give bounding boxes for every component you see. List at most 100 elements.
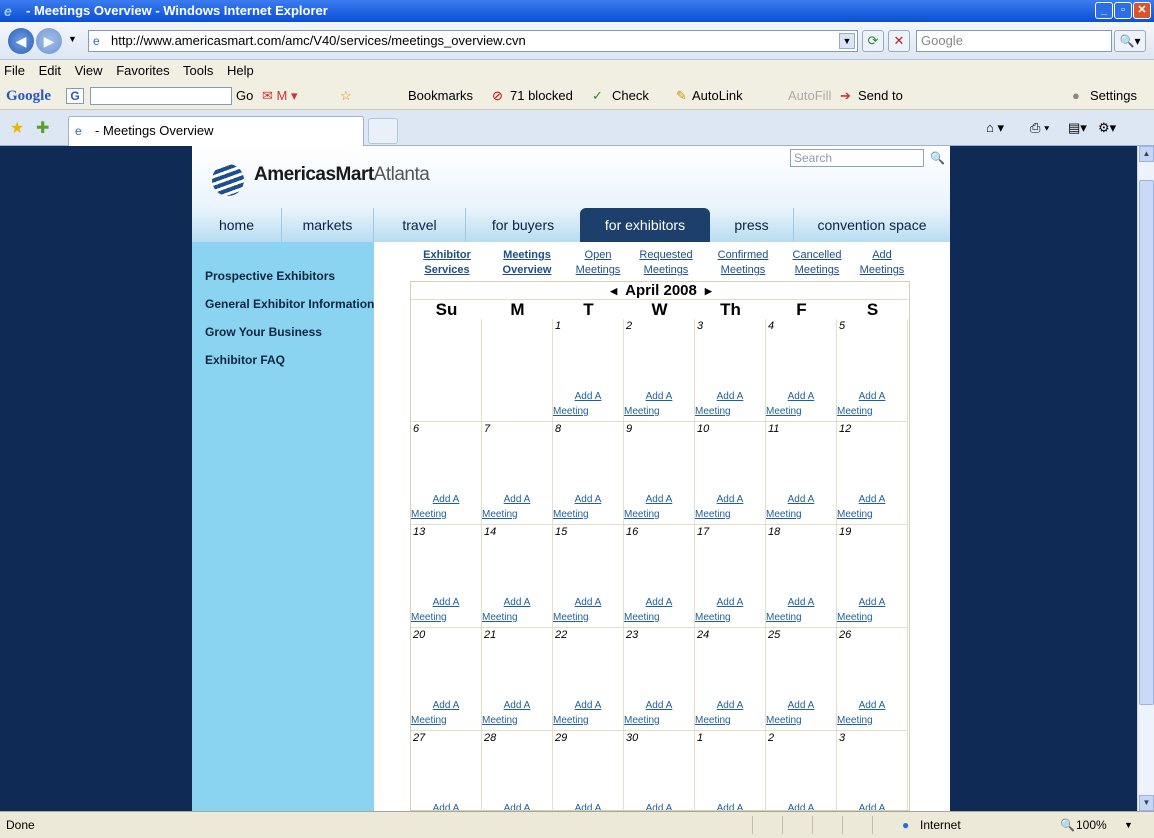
add-meeting-link[interactable]: Add AMeeting — [766, 492, 836, 522]
nav-for-exhibitors[interactable]: for exhibitors — [580, 208, 710, 242]
print-icon[interactable]: ⎙ ▾ — [1030, 120, 1049, 136]
add-meeting-link[interactable]: Add AMeeting — [553, 389, 623, 419]
live-search-input[interactable]: Google — [916, 30, 1112, 52]
menu-help[interactable]: Help — [227, 63, 254, 78]
nav-home[interactable]: home — [192, 208, 282, 242]
autolink-button[interactable]: AutoLink — [692, 82, 743, 110]
add-meeting-link[interactable]: Add AMeeting — [624, 595, 694, 625]
add-meeting-link[interactable]: Add AMeeting — [411, 492, 481, 522]
minimize-button[interactable]: _ — [1095, 2, 1113, 19]
nav-for-buyers[interactable]: for buyers — [466, 208, 580, 242]
tools-menu-icon[interactable]: ⚙▾ — [1098, 120, 1116, 136]
add-meeting-link[interactable]: Add AMeeting — [695, 492, 765, 522]
home-icon[interactable]: ⌂ ▾ — [986, 120, 1004, 136]
next-month-arrow-icon[interactable]: ▶ — [705, 286, 712, 296]
sidebar-item-general-exhibitor-information[interactable]: General Exhibitor Information — [205, 297, 374, 311]
vertical-scrollbar[interactable]: ▲ ▼ — [1137, 146, 1154, 811]
add-meeting-link[interactable]: Add AMeeting — [766, 389, 836, 419]
add-meeting-link[interactable]: Add AMeeting — [553, 801, 623, 810]
add-meeting-link[interactable]: Add AMeeting — [553, 492, 623, 522]
add-meeting-link[interactable]: Add AMeeting — [624, 698, 694, 728]
bookmarks-button[interactable]: Bookmarks — [408, 82, 473, 110]
sidebar-item-grow-your-business[interactable]: Grow Your Business — [205, 325, 322, 339]
google-menu-icon[interactable]: G — [66, 88, 84, 104]
send-to-button[interactable]: Send to — [858, 82, 903, 110]
history-dropdown-icon[interactable]: ▼ — [68, 34, 77, 44]
add-meeting-link[interactable]: Add AMeeting — [837, 492, 907, 522]
add-meeting-link[interactable]: Add AMeeting — [695, 595, 765, 625]
site-search-icon[interactable]: 🔍 — [930, 151, 945, 165]
add-meeting-link[interactable]: Add AMeeting — [837, 698, 907, 728]
menu-tools[interactable]: Tools — [183, 63, 213, 78]
scroll-thumb[interactable] — [1139, 180, 1154, 705]
add-meeting-link[interactable]: Add AMeeting — [482, 698, 552, 728]
scroll-up-icon[interactable]: ▲ — [1139, 146, 1154, 162]
subnav-add-meetings[interactable]: Add Meetings — [854, 248, 910, 278]
zoom-dropdown-icon[interactable]: ▼ — [1124, 812, 1133, 838]
bookmark-star-icon[interactable]: ☆ — [340, 82, 352, 110]
back-button[interactable]: ◀ — [8, 28, 34, 54]
maximize-button[interactable]: ▫ — [1114, 2, 1132, 19]
menu-file[interactable]: File — [4, 63, 25, 78]
prev-month-arrow-icon[interactable]: ◀ — [610, 286, 617, 296]
add-meeting-link[interactable]: Add AMeeting — [837, 595, 907, 625]
subnav-confirmed-meetings[interactable]: Confirmed Meetings — [710, 248, 776, 278]
subnav-open-meetings[interactable]: Open Meetings — [570, 248, 626, 278]
check-button[interactable]: Check — [612, 82, 649, 110]
add-meeting-link[interactable]: Add AMeeting — [695, 801, 765, 810]
add-meeting-link[interactable]: Add AMeeting — [624, 389, 694, 419]
close-button[interactable]: ✕ — [1133, 2, 1151, 19]
refresh-button[interactable]: ⟳ — [862, 30, 884, 52]
add-meeting-link[interactable]: Add AMeeting — [766, 595, 836, 625]
nav-press[interactable]: press — [710, 208, 794, 242]
add-meeting-link[interactable]: Add AMeeting — [411, 801, 481, 810]
add-meeting-link[interactable]: Add AMeeting — [553, 595, 623, 625]
subnav-exhibitor-services[interactable]: Exhibitor Services — [413, 248, 481, 278]
nav-markets[interactable]: markets — [282, 208, 374, 242]
address-dropdown-icon[interactable]: ▼ — [839, 33, 855, 49]
add-meeting-link[interactable]: Add AMeeting — [482, 801, 552, 810]
add-meeting-link[interactable]: Add AMeeting — [837, 801, 907, 810]
popup-blocked-count[interactable]: 71 blocked — [510, 82, 573, 110]
add-meeting-link[interactable]: Add AMeeting — [766, 698, 836, 728]
menu-favorites[interactable]: Favorites — [116, 63, 169, 78]
add-meeting-link[interactable]: Add AMeeting — [411, 595, 481, 625]
add-meeting-link[interactable]: Add AMeeting — [766, 801, 836, 810]
menu-view[interactable]: View — [75, 63, 103, 78]
add-meeting-link[interactable]: Add AMeeting — [695, 698, 765, 728]
gmail-icon[interactable]: ✉ M ▾ — [262, 82, 297, 110]
add-meeting-link[interactable]: Add AMeeting — [553, 698, 623, 728]
add-meeting-link[interactable]: Add AMeeting — [624, 492, 694, 522]
scroll-down-icon[interactable]: ▼ — [1139, 795, 1154, 811]
favorites-star-icon[interactable]: ★ — [10, 118, 24, 138]
add-meeting-link[interactable]: Add AMeeting — [482, 595, 552, 625]
add-meeting-link[interactable]: Add AMeeting — [837, 389, 907, 419]
add-meeting-link[interactable]: Add AMeeting — [695, 389, 765, 419]
tab-meetings-overview[interactable]: e - Meetings Overview — [68, 116, 364, 146]
add-meeting-link[interactable]: Add AMeeting — [411, 698, 481, 728]
new-tab-button[interactable] — [368, 118, 398, 144]
search-button[interactable]: 🔍▾ — [1114, 30, 1146, 52]
add-favorites-icon[interactable]: ✚ — [36, 118, 49, 138]
subnav-cancelled-meetings[interactable]: Cancelled Meetings — [786, 248, 848, 278]
stop-button[interactable]: ✕ — [888, 30, 910, 52]
address-input[interactable]: e http://www.americasmart.com/amc/V40/se… — [88, 30, 858, 52]
subnav-meetings-overview[interactable]: Meetings Overview — [492, 248, 562, 278]
site-search-input[interactable]: Search — [790, 149, 924, 167]
settings-button[interactable]: Settings — [1090, 82, 1137, 110]
sidebar-item-prospective-exhibitors[interactable]: Prospective Exhibitors — [205, 269, 335, 283]
page-menu-icon[interactable]: ▤▾ — [1068, 120, 1087, 136]
nav-travel[interactable]: travel — [374, 208, 466, 242]
add-meeting-link[interactable]: Add AMeeting — [482, 492, 552, 522]
google-go-button[interactable]: Go — [236, 82, 253, 110]
sidebar-item-exhibitor-faq[interactable]: Exhibitor FAQ — [205, 353, 285, 367]
google-search-input[interactable] — [90, 87, 232, 105]
menu-edit[interactable]: Edit — [39, 63, 61, 78]
forward-button[interactable]: ▶ — [36, 28, 62, 54]
subnav-requested-meetings[interactable]: Requested Meetings — [632, 248, 700, 278]
add-meeting-link[interactable]: Add AMeeting — [624, 801, 694, 810]
site-logo[interactable]: AmericasMartAtlanta — [254, 164, 430, 186]
zoom-level[interactable]: 100% — [1076, 812, 1107, 838]
autofill-button[interactable]: AutoFill — [788, 82, 831, 110]
nav-convention-space[interactable]: convention space — [794, 208, 950, 242]
